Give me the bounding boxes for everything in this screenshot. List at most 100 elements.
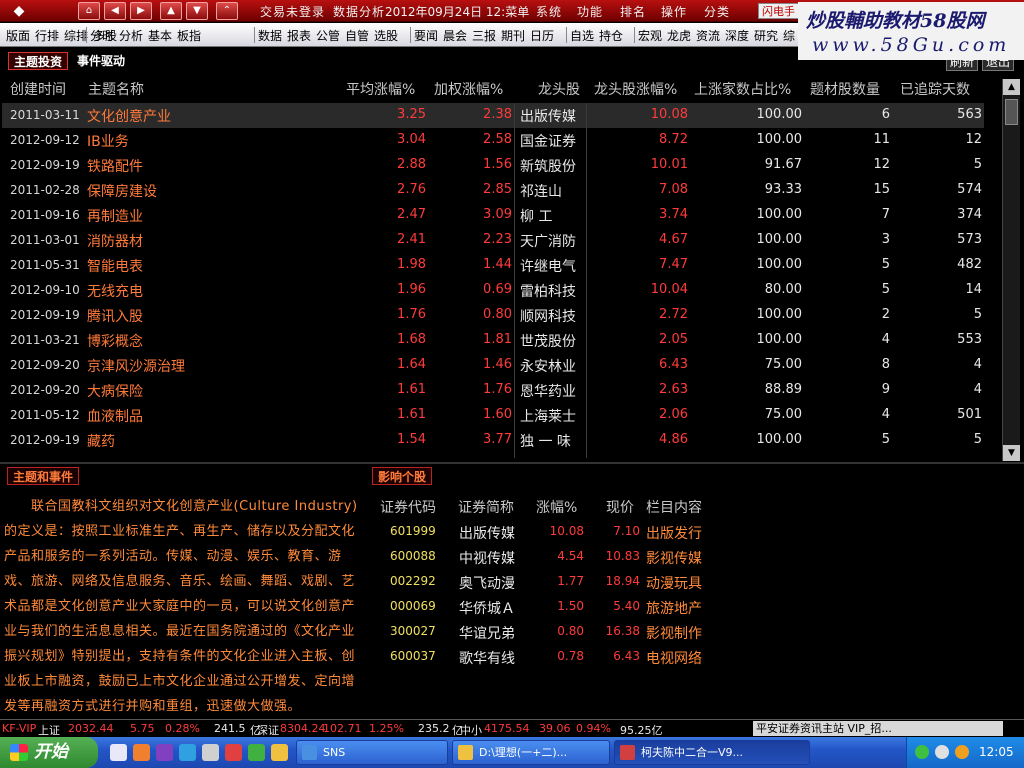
up-arrow-icon[interactable]: ▲ <box>160 2 182 20</box>
news-ticker[interactable]: 平安证券资讯主站 VIP_招... <box>753 721 1003 736</box>
function-button[interactable]: 期刊 <box>501 27 525 44</box>
scroll-down-icon[interactable]: ▼ <box>1003 445 1020 461</box>
menu-date[interactable]: 2012年09月24日 12:菜单 <box>385 3 529 20</box>
menu-system[interactable]: 系统 <box>536 3 562 20</box>
function-button[interactable]: 自管 <box>345 27 369 44</box>
taskbar-task[interactable]: SNS <box>296 740 448 765</box>
function-button[interactable]: 要闻 <box>414 27 438 44</box>
stock-column-header[interactable]: 现价 <box>606 497 634 517</box>
stock-row[interactable]: 000069 华侨城Ａ 1.50 5.40 旅游地产 <box>376 594 720 619</box>
function-button[interactable]: 分析 <box>119 27 143 44</box>
tab-affected-stocks[interactable]: 影响个股 <box>372 467 433 485</box>
quicklaunch-app-icon[interactable] <box>271 744 288 761</box>
table-scrollbar[interactable]: ▲ ▼ <box>1002 79 1020 461</box>
table-row[interactable]: 2011-03-11 文化创意产业 3.25 2.38 出版传媒 10.08 100.00 6… <box>2 103 984 128</box>
function-button[interactable]: 行排 <box>35 27 59 44</box>
column-header[interactable]: 平均涨幅% <box>346 79 415 99</box>
home-icon[interactable]: ⌂ <box>78 2 100 20</box>
menu-trade-login[interactable]: 交易未登录 <box>260 3 325 20</box>
function-button[interactable]: 自选 <box>570 27 594 44</box>
function-button[interactable]: 数据 <box>258 27 282 44</box>
function-button[interactable]: 持仓 <box>599 27 623 44</box>
quicklaunch-app-icon[interactable] <box>179 744 196 761</box>
function-button[interactable]: 综 <box>783 27 795 44</box>
table-row[interactable]: 2012-09-10 无线充电 1.96 0.69 雷柏科技 10.04 80.00 5 14 <box>2 278 984 303</box>
function-button[interactable]: 资流 <box>696 27 720 44</box>
taskbar-task[interactable]: D:\理想(一+二)... <box>452 740 610 765</box>
menu-ranking[interactable]: 排名 <box>620 3 646 20</box>
stock-column-header[interactable]: 栏目内容 <box>646 497 702 517</box>
tray-app-icon[interactable] <box>955 745 969 759</box>
menu-category[interactable]: 分类 <box>704 3 730 20</box>
table-row[interactable]: 2012-09-20 大病保险 1.61 1.76 恩华药业 2.63 88.89 9 4 <box>2 378 984 403</box>
column-header[interactable]: 上涨家数占比% <box>694 79 791 99</box>
stock-row[interactable]: 601999 出版传媒 10.08 7.10 出版发行 <box>376 519 720 544</box>
function-button[interactable]: 报表 <box>287 27 311 44</box>
column-header[interactable]: 创建时间 <box>10 79 66 99</box>
expand-arrow-icon[interactable]: ⌃ <box>216 2 238 20</box>
stock-row[interactable]: 300027 华谊兄弟 0.80 16.38 影视制作 <box>376 619 720 644</box>
function-button[interactable]: 龙虎 <box>667 27 691 44</box>
function-button[interactable]: 宏观 <box>638 27 662 44</box>
menu-function[interactable]: 功能 <box>577 3 603 20</box>
function-button[interactable]: 基本 <box>148 27 172 44</box>
stock-code: 300027 <box>390 624 436 638</box>
stock-row[interactable]: 600037 歌华有线 0.78 6.43 电视网络 <box>376 644 720 669</box>
tab-theme-investment[interactable]: 主题投资 <box>8 52 69 70</box>
column-header[interactable]: 题材股数量 <box>810 79 880 99</box>
function-button[interactable]: 公管 <box>316 27 340 44</box>
ie-icon[interactable] <box>110 744 127 761</box>
column-header[interactable]: 加权涨幅% <box>434 79 503 99</box>
table-row[interactable]: 2011-03-01 消防器材 2.41 2.23 天广消防 4.67 100.00 3 573 <box>2 228 984 253</box>
scroll-up-icon[interactable]: ▲ <box>1003 79 1020 95</box>
tab-event-driven[interactable]: 事件驱动 <box>72 52 131 70</box>
table-row[interactable]: 2012-09-12 IB业务 3.04 2.58 国金证券 8.72 100.00 11 12 <box>2 128 984 153</box>
tab-theme-events[interactable]: 主题和事件 <box>7 467 80 485</box>
weighted-change: 2.58 <box>483 132 512 147</box>
column-header[interactable]: 龙头股 <box>538 79 580 99</box>
column-header[interactable]: 已追踪天数 <box>900 79 970 99</box>
menu-data-analysis[interactable]: 数据分析 <box>333 3 385 20</box>
function-button[interactable]: 综排 <box>64 27 88 44</box>
taskbar-task[interactable]: 柯夫陈中二合一V9... <box>614 740 810 765</box>
scroll-thumb[interactable] <box>1005 99 1018 125</box>
table-row[interactable]: 2011-09-16 再制造业 2.47 3.09 柳 工 3.74 100.00 7 374 <box>2 203 984 228</box>
function-button[interactable]: 日历 <box>530 27 554 44</box>
right-arrow-icon[interactable]: ▶ <box>130 2 152 20</box>
stock-column-header[interactable]: 涨幅% <box>536 497 577 517</box>
volume-icon[interactable] <box>935 745 949 759</box>
table-row[interactable]: 2011-05-12 血液制品 1.61 1.60 上海莱士 2.06 75.00 4 501 <box>2 403 984 428</box>
column-header[interactable]: 主题名称 <box>88 79 144 99</box>
start-button[interactable]: 开始 <box>0 737 98 768</box>
stock-row[interactable]: 002292 奥飞动漫 1.77 18.94 动漫玩具 <box>376 569 720 594</box>
stock-row[interactable]: 600088 中视传媒 4.54 10.83 影视传媒 <box>376 544 720 569</box>
table-row[interactable]: 2012-09-19 铁路配件 2.88 1.56 新筑股份 10.01 91.67 12 5 <box>2 153 984 178</box>
table-row[interactable]: 2011-03-21 博彩概念 1.68 1.81 世茂股份 2.05 100.00 4 553 <box>2 328 984 353</box>
quicklaunch-app-icon[interactable] <box>133 744 150 761</box>
table-row[interactable]: 2012-09-19 藏药 1.54 3.77 独 一 味 4.86 100.00 5 5 <box>2 428 984 453</box>
function-button[interactable]: 深度 <box>725 27 749 44</box>
function-button[interactable]: 晨会 <box>443 27 467 44</box>
quicklaunch-app-icon[interactable] <box>225 744 242 761</box>
quicklaunch-app-icon[interactable] <box>202 744 219 761</box>
function-button[interactable]: 版面 <box>6 27 30 44</box>
table-row[interactable]: 2011-02-28 保障房建设 2.76 2.85 祁连山 7.08 93.33 15 57… <box>2 178 984 203</box>
table-row[interactable]: 2012-09-20 京津风沙源治理 1.64 1.46 永安林业 6.43 75.00 8 4 <box>2 353 984 378</box>
table-row[interactable]: 2011-05-31 智能电表 1.98 1.44 许继电气 7.47 100.00 5 482 <box>2 253 984 278</box>
function-button[interactable]: 研究 <box>754 27 778 44</box>
function-button[interactable]: 板指 <box>177 27 201 44</box>
function-button[interactable]: 选股 <box>374 27 398 44</box>
menu-operation[interactable]: 操作 <box>661 3 687 20</box>
function-button[interactable]: 三报 <box>472 27 496 44</box>
function-button[interactable]: 分时 <box>90 27 114 44</box>
stock-column-header[interactable]: 证券简称 <box>458 497 514 517</box>
quicklaunch-app-icon[interactable] <box>156 744 173 761</box>
stock-column-header[interactable]: 证券代码 <box>380 497 436 517</box>
down-arrow-icon[interactable]: ▼ <box>186 2 208 20</box>
quicklaunch-app-icon[interactable] <box>248 744 265 761</box>
network-icon[interactable] <box>915 745 929 759</box>
table-row[interactable]: 2012-09-19 腾讯入股 1.76 0.80 顺网科技 2.72 100.00 2 5 <box>2 303 984 328</box>
left-arrow-icon[interactable]: ◀ <box>104 2 126 20</box>
flash-trade-button[interactable]: 闪电手 <box>758 3 799 19</box>
column-header[interactable]: 龙头股涨幅% <box>594 79 677 99</box>
